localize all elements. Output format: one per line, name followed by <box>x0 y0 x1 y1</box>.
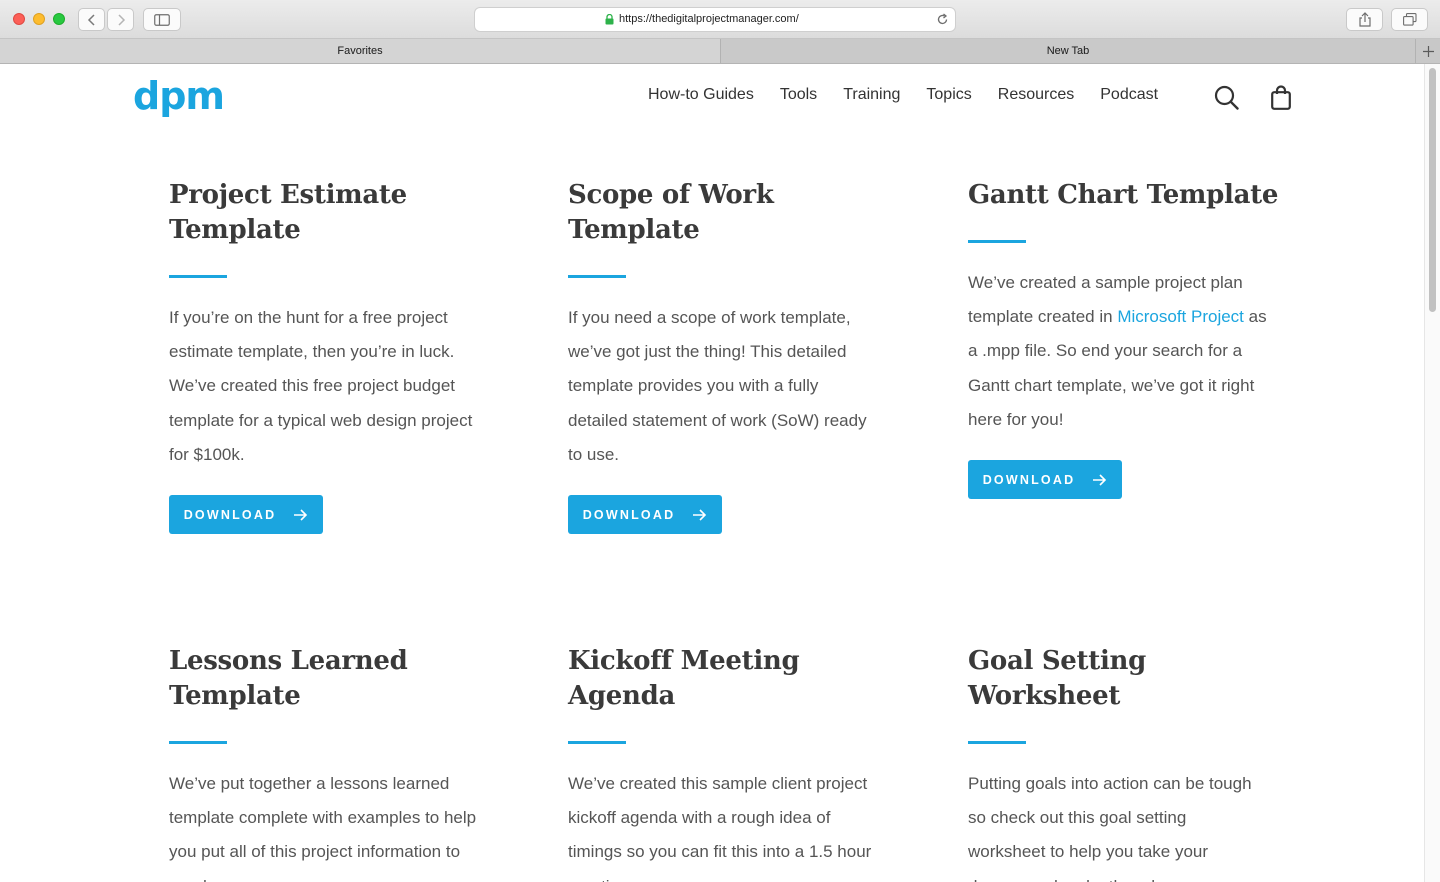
arrow-right-icon <box>1093 473 1107 486</box>
card-title-line: Gantt Chart Template <box>968 180 1279 210</box>
scrollbar-thumb[interactable] <box>1429 68 1436 312</box>
accent-divider <box>169 741 227 744</box>
lock-icon <box>605 14 614 25</box>
sidebar-toggle-button[interactable] <box>143 8 181 31</box>
card-scope-of-work: Scope of Work Template If you need a sco… <box>568 178 888 535</box>
share-icon <box>1358 12 1371 27</box>
download-button[interactable]: DOWNLOAD <box>568 495 722 535</box>
tab-new-tab[interactable]: New Tab <box>721 39 1415 63</box>
share-button[interactable] <box>1346 8 1383 31</box>
nav-topics[interactable]: Topics <box>926 86 971 104</box>
card-title-line: Project Estimate <box>169 180 407 210</box>
tab-favorites[interactable]: Favorites <box>0 39 721 63</box>
new-tab-button[interactable] <box>1415 39 1440 63</box>
card-description: We’ve put together a lessons learned tem… <box>169 774 477 882</box>
nav-training[interactable]: Training <box>843 86 900 104</box>
card-title-line: Goal Setting Worksheet <box>968 646 1147 711</box>
tab-bar: Favorites New Tab <box>0 39 1440 64</box>
plus-icon <box>1422 45 1434 57</box>
card-title[interactable]: Kickoff Meeting Agenda <box>568 644 888 714</box>
accent-divider <box>568 741 626 744</box>
arrow-right-icon <box>693 508 707 521</box>
shopping-bag-icon[interactable] <box>1271 85 1291 110</box>
accent-divider <box>968 240 1026 243</box>
minimize-window-button[interactable] <box>33 13 45 25</box>
card-description: Putting goals into action can be tough s… <box>968 774 1252 882</box>
reload-icon[interactable] <box>936 13 949 26</box>
zoom-window-button[interactable] <box>53 13 65 25</box>
card-title-line: Scope of Work <box>568 180 774 210</box>
close-window-button[interactable] <box>13 13 25 25</box>
arrow-right-icon <box>294 508 308 521</box>
chevron-right-icon <box>117 13 125 26</box>
card-goal-setting: Goal Setting Worksheet Putting goals int… <box>968 644 1298 882</box>
nav-tools[interactable]: Tools <box>780 86 817 104</box>
accent-divider <box>568 275 626 278</box>
card-project-estimate: Project Estimate Template If you’re on t… <box>169 178 489 535</box>
address-bar[interactable]: https://thedigitalprojectmanager.com/ <box>474 7 956 32</box>
tabs-icon <box>1402 13 1417 26</box>
vertical-scrollbar[interactable] <box>1424 64 1440 882</box>
back-button[interactable] <box>78 8 105 31</box>
download-button-label: DOWNLOAD <box>582 507 676 522</box>
card-description: We’ve created a sample project plan temp… <box>968 266 1268 437</box>
chevron-left-icon <box>87 13 95 26</box>
download-button-label: DOWNLOAD <box>183 507 277 522</box>
nav-podcast[interactable]: Podcast <box>1100 86 1158 104</box>
card-title[interactable]: Project Estimate Template <box>169 178 489 248</box>
card-title-line: Kickoff Meeting <box>568 646 800 676</box>
tab-overview-button[interactable] <box>1391 8 1428 31</box>
search-icon[interactable] <box>1214 85 1239 110</box>
browser-titlebar: https://thedigitalprojectmanager.com/ <box>0 0 1440 39</box>
download-button[interactable]: DOWNLOAD <box>169 495 323 535</box>
card-description: If you’re on the hunt for a free project… <box>169 308 473 464</box>
card-title-line: Template <box>169 681 301 711</box>
download-button-label: DOWNLOAD <box>982 472 1076 487</box>
forward-button[interactable] <box>107 8 134 31</box>
card-title[interactable]: Gantt Chart Template <box>968 178 1298 213</box>
accent-divider <box>968 741 1026 744</box>
card-gantt-chart: Gantt Chart Template We’ve created a sam… <box>968 178 1298 500</box>
card-title[interactable]: Scope of Work Template <box>568 178 888 248</box>
card-title-line: Agenda <box>568 681 676 711</box>
card-title-line: Lessons Learned <box>169 646 408 676</box>
sidebar-icon <box>154 13 170 26</box>
microsoft-project-link[interactable]: Microsoft Project <box>1117 307 1244 326</box>
nav-how-to-guides[interactable]: How-to Guides <box>648 86 754 104</box>
download-button[interactable]: DOWNLOAD <box>968 460 1122 500</box>
card-title-line: Template <box>169 215 301 245</box>
accent-divider <box>169 275 227 278</box>
card-lessons-learned: Lessons Learned Template We’ve put toget… <box>169 644 489 882</box>
card-kickoff-meeting: Kickoff Meeting Agenda We’ve created thi… <box>568 644 888 882</box>
url-text: https://thedigitalprojectmanager.com/ <box>619 13 799 25</box>
tab-label: Favorites <box>337 45 383 57</box>
tab-label: New Tab <box>1046 45 1090 57</box>
card-title[interactable]: Lessons Learned Template <box>169 644 489 714</box>
card-description: We’ve created this sample client project… <box>568 774 872 882</box>
nav-resources[interactable]: Resources <box>998 86 1074 104</box>
card-description: If you need a scope of work template, we… <box>568 308 867 464</box>
main-nav: How-to Guides Tools Training Topics Reso… <box>648 86 1184 104</box>
dpm-logo[interactable]: dpm <box>133 74 225 118</box>
card-title[interactable]: Goal Setting Worksheet <box>968 644 1298 714</box>
web-page: dpm How-to Guides Tools Training Topics … <box>0 64 1424 882</box>
card-title-line: Template <box>568 215 700 245</box>
